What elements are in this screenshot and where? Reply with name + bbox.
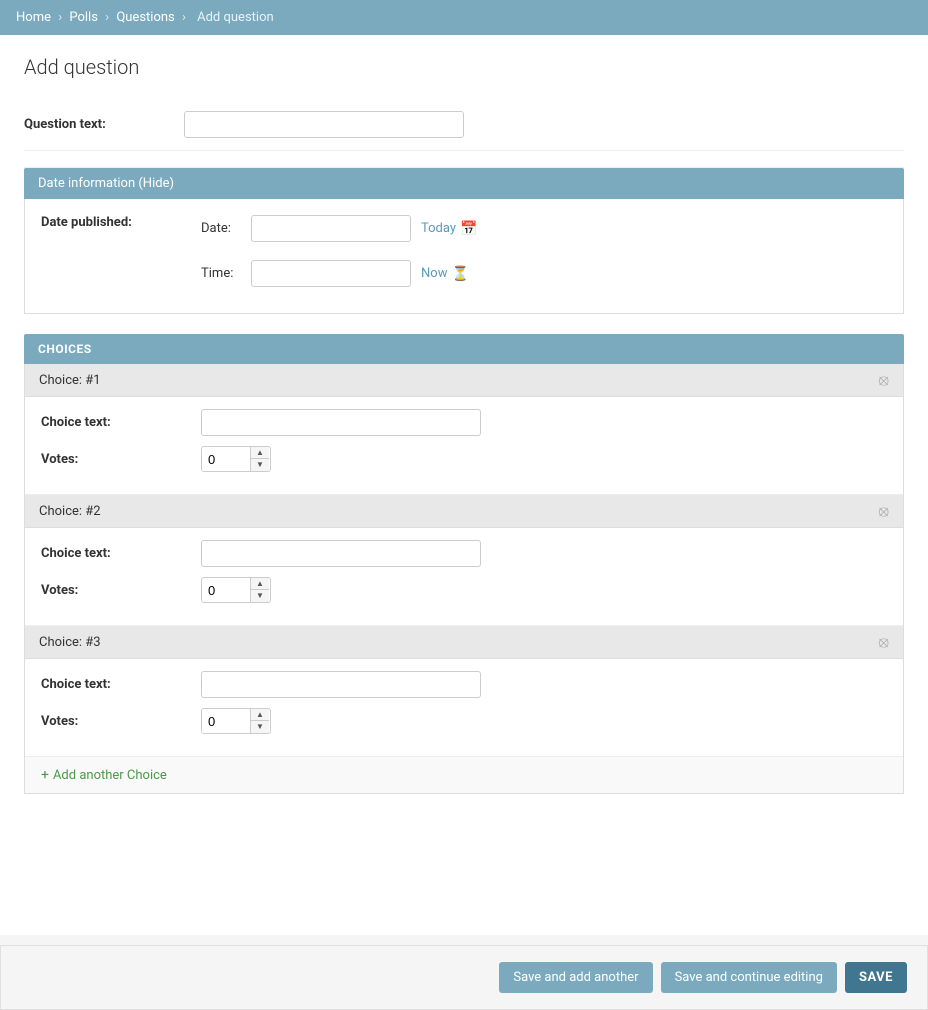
choice-3-votes-spinner[interactable]: ▲ ▼: [201, 708, 271, 734]
choice-1-votes-down[interactable]: ▼: [251, 459, 269, 471]
choice-1-spinner-arrows: ▲ ▼: [250, 447, 269, 471]
save-button[interactable]: SAVE: [845, 962, 907, 993]
choice-3: Choice: #3 ⦻ Choice text: Votes: ▲: [25, 626, 903, 757]
choice-3-label: Choice: #3: [39, 635, 101, 650]
choice-2-text-row: Choice text:: [41, 540, 887, 567]
date-published-row: Date published: Date: Today 📅 Time: Now: [41, 215, 887, 297]
date-section-content: Date published: Date: Today 📅 Time: Now: [24, 199, 904, 314]
add-another-link[interactable]: +Add another Choice: [41, 768, 167, 783]
choice-1-votes-label: Votes:: [41, 452, 201, 467]
date-label: Date:: [201, 221, 251, 236]
choice-1-label: Choice: #1: [39, 373, 101, 388]
add-another-row: +Add another Choice: [25, 757, 903, 793]
date-row: Date: Today 📅: [201, 215, 477, 242]
choice-1-votes-up[interactable]: ▲: [251, 447, 269, 459]
choice-2-votes-row: Votes: ▲ ▼: [41, 577, 887, 603]
choice-2-text-input[interactable]: [201, 540, 481, 567]
date-fields: Date: Today 📅 Time: Now ⏳: [201, 215, 477, 297]
choice-1-text-input[interactable]: [201, 409, 481, 436]
choice-2-votes-label: Votes:: [41, 583, 201, 598]
choice-3-body: Choice text: Votes: ▲ ▼: [25, 659, 903, 757]
choice-1-header: Choice: #1 ⦻: [25, 364, 903, 397]
breadcrumb-home[interactable]: Home: [16, 10, 51, 25]
date-section-header[interactable]: Date information (Hide): [24, 168, 904, 199]
choice-3-votes-input[interactable]: [202, 710, 250, 733]
main-content: Add question Question text: Date informa…: [0, 35, 928, 935]
date-section-title: Date information (Hide): [38, 176, 174, 191]
breadcrumb: Home › Polls › Questions › Add question: [0, 0, 928, 35]
choice-2-label: Choice: #2: [39, 504, 101, 519]
page-title: Add question: [24, 55, 904, 79]
choice-1-votes-spinner[interactable]: ▲ ▼: [201, 446, 271, 472]
choice-1: Choice: #1 ⦻ Choice text: Votes: ▲: [25, 364, 903, 495]
choice-1-text-row: Choice text:: [41, 409, 887, 436]
choice-3-votes-up[interactable]: ▲: [251, 709, 269, 721]
choices-title: CHOICES: [38, 342, 92, 356]
clock-icon[interactable]: ⏳: [451, 266, 468, 282]
plus-icon: +: [41, 767, 49, 783]
date-section: Date information (Hide) Date published: …: [24, 168, 904, 314]
choice-1-remove-icon[interactable]: ⦻: [878, 372, 889, 388]
now-link[interactable]: Now: [421, 266, 447, 281]
question-text-section: Question text:: [24, 99, 904, 151]
date-input[interactable]: [251, 215, 411, 242]
choice-3-votes-row: Votes: ▲ ▼: [41, 708, 887, 734]
choices-header: CHOICES: [24, 334, 904, 364]
footer-actions: Save and add another Save and continue e…: [0, 945, 928, 1010]
choice-3-remove-icon[interactable]: ⦻: [878, 634, 889, 650]
question-text-label: Question text:: [24, 117, 184, 132]
choice-3-spinner-arrows: ▲ ▼: [250, 709, 269, 733]
save-add-another-button[interactable]: Save and add another: [499, 962, 652, 993]
choice-3-votes-label: Votes:: [41, 714, 201, 729]
choice-2-text-label: Choice text:: [41, 546, 201, 561]
choice-3-votes-down[interactable]: ▼: [251, 721, 269, 733]
breadcrumb-polls[interactable]: Polls: [69, 10, 98, 25]
calendar-icon[interactable]: 📅: [460, 221, 477, 237]
choice-3-text-row: Choice text:: [41, 671, 887, 698]
choice-2-votes-spinner[interactable]: ▲ ▼: [201, 577, 271, 603]
choice-2-header: Choice: #2 ⦻: [25, 495, 903, 528]
choice-2: Choice: #2 ⦻ Choice text: Votes: ▲: [25, 495, 903, 626]
choice-2-votes-input[interactable]: [202, 579, 250, 602]
save-continue-button[interactable]: Save and continue editing: [661, 962, 837, 993]
choice-2-body: Choice text: Votes: ▲ ▼: [25, 528, 903, 626]
choice-2-votes-down[interactable]: ▼: [251, 590, 269, 602]
choice-2-spinner-arrows: ▲ ▼: [250, 578, 269, 602]
time-row: Time: Now ⏳: [201, 260, 477, 287]
time-label: Time:: [201, 266, 251, 281]
today-link[interactable]: Today: [421, 221, 456, 236]
choices-section: CHOICES Choice: #1 ⦻ Choice text: Votes:: [24, 334, 904, 794]
choice-3-text-label: Choice text:: [41, 677, 201, 692]
breadcrumb-current: Add question: [197, 10, 274, 25]
choice-1-votes-input[interactable]: [202, 448, 250, 471]
choice-1-votes-row: Votes: ▲ ▼: [41, 446, 887, 472]
choice-3-header: Choice: #3 ⦻: [25, 626, 903, 659]
choice-1-body: Choice text: Votes: ▲ ▼: [25, 397, 903, 495]
choice-1-text-label: Choice text:: [41, 415, 201, 430]
choice-2-remove-icon[interactable]: ⦻: [878, 503, 889, 519]
choice-3-text-input[interactable]: [201, 671, 481, 698]
choice-2-votes-up[interactable]: ▲: [251, 578, 269, 590]
choices-container: Choice: #1 ⦻ Choice text: Votes: ▲: [24, 364, 904, 794]
question-text-row: Question text:: [24, 99, 904, 151]
question-text-input[interactable]: [184, 111, 464, 138]
date-published-label: Date published:: [41, 215, 201, 230]
breadcrumb-questions[interactable]: Questions: [116, 10, 174, 25]
time-input[interactable]: [251, 260, 411, 287]
